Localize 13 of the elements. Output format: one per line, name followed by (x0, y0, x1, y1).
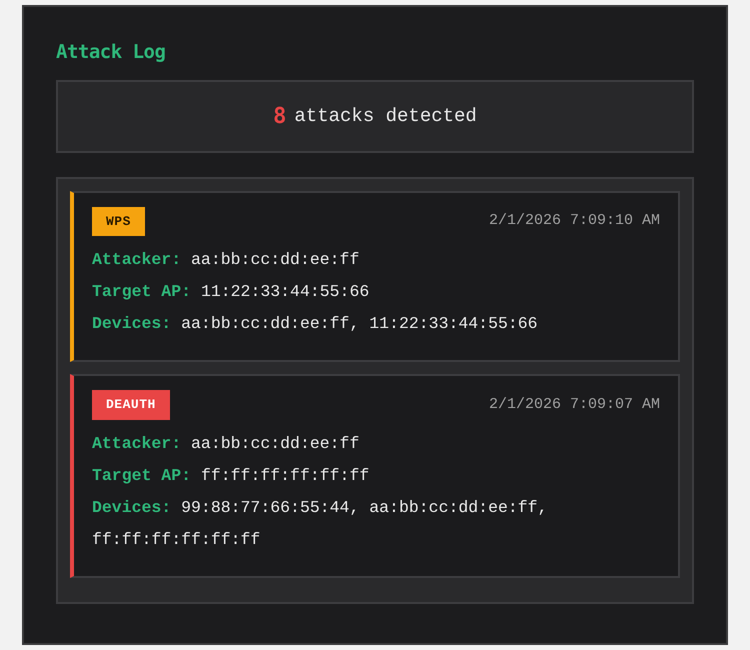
attack-detail: Devices: 99:88:77:66:55:44, aa:bb:cc:dd:ee:ff, ff:ff:ff:ff:ff:ff (92, 496, 548, 551)
attack-detail: Target AP: 11:22:33:44:55:66 (92, 281, 370, 304)
attack-count: 8 (273, 102, 286, 131)
timestamp: 2/1/2026 7:09:07 AM (488, 394, 660, 415)
attack-detail: Devices: aa:bb:cc:dd:ee:ff, 11:22:33:44:55:66 (92, 313, 539, 336)
summary-text: attacks detected (294, 104, 477, 130)
attack-detail: Attacker: aa:bb:cc:dd:ee:ff (92, 432, 360, 455)
attack-type-tag: WPS (92, 206, 145, 236)
panel-title: Attack Log (56, 41, 166, 64)
timestamp: 2/1/2026 7:09:10 AM (488, 211, 660, 232)
attack-detail: Target AP: ff:ff:ff:ff:ff:ff (92, 464, 370, 487)
attack-detail: Attacker: aa:bb:cc:dd:ee:ff (92, 249, 360, 272)
attack-type-tag: DEAUTH (92, 390, 170, 420)
